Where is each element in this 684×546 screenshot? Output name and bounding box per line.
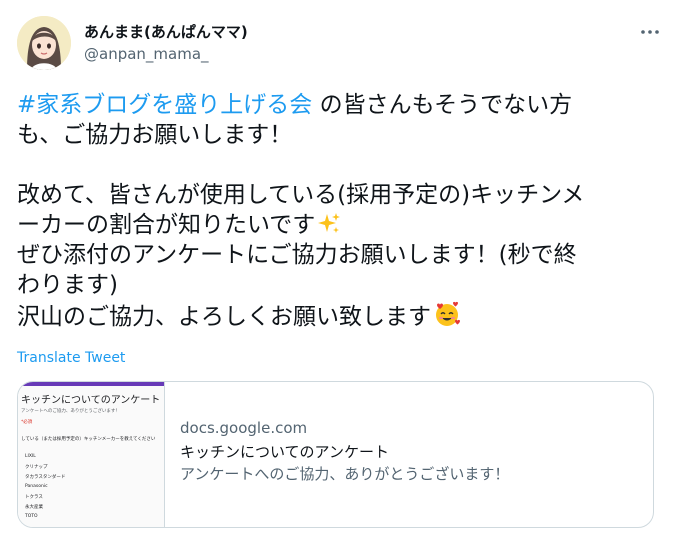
avatar-illustration-icon [17, 16, 71, 70]
tweet-line-1: #家系ブログを盛り上げる会 の皆さんもそうでない方 [17, 90, 667, 120]
translate-tweet-link[interactable]: Translate Tweet [17, 350, 125, 366]
thumbnail-question: している（または採用予定の）キッチンメーカーを教えてください [21, 437, 156, 442]
tweet-line-4: ーカーの割合が知りたいです [17, 210, 667, 240]
tweet-line-7: 沢山のご協力、よろしくお願い致します [17, 300, 667, 330]
tweet-line-6: わります) [17, 272, 118, 298]
author-info: あんまま(あんぱんママ) @anpan_mama_ [84, 22, 248, 64]
display-name[interactable]: あんまま(あんぱんママ) [84, 22, 248, 42]
tweet: あんまま(あんぱんママ) @anpan_mama_ #家系ブログを盛り上げる会 … [0, 0, 684, 546]
thumbnail-option: タカラスタンダード [25, 475, 66, 480]
thumbnail-title: キッチンについてのアンケート [21, 395, 161, 406]
more-dots-icon [641, 30, 659, 34]
form-header-bar [18, 382, 164, 386]
thumbnail-required-note: *必須 [21, 420, 33, 425]
tweet-line-3: 改めて、皆さんが使用している(採用予定の)キッチンメ [17, 182, 585, 208]
avatar[interactable] [17, 16, 71, 70]
tweet-line-5: ぜひ添付のアンケートにご協力お願いします！(秒で終 [17, 242, 577, 268]
thumbnail-option: トクラス [25, 495, 43, 500]
hashtag-link[interactable]: #家系ブログを盛り上げる会 [17, 92, 312, 118]
thumbnail-option: LIXIL [25, 454, 36, 459]
tweet-line-2: も、ご協力お願いします！ [17, 122, 293, 148]
tweet-text-segment: 沢山のご協力、よろしくお願い致します [17, 304, 431, 330]
card-domain: docs.google.com [180, 419, 308, 437]
thumbnail-option: Panasonic [25, 484, 48, 489]
link-preview-card[interactable]: キッチンについてのアンケート アンケートへのご協力、ありがとうございます！ *必… [17, 381, 654, 528]
more-options-button[interactable] [638, 20, 662, 44]
tweet-text-segment: の皆さんもそうでない方 [312, 92, 573, 118]
thumbnail-options: LIXIL クリナップ タカラスタンダード Panasonic トクラス 永大産… [25, 454, 65, 524]
thumbnail-option: クリナップ [25, 465, 48, 470]
card-info: docs.google.com キッチンについてのアンケート アンケートへのご協… [180, 418, 509, 484]
smiling-face-with-hearts-icon [433, 300, 461, 336]
card-title: キッチンについてのアンケート [180, 443, 389, 461]
thumbnail-option: 永大産業 [25, 505, 43, 510]
card-thumbnail: キッチンについてのアンケート アンケートへのご協力、ありがとうございます！ *必… [18, 382, 165, 527]
tweet-text-segment: ーカーの割合が知りたいです [17, 212, 316, 238]
card-description: アンケートへのご協力、ありがとうございます！ [180, 465, 510, 483]
user-handle[interactable]: @anpan_mama_ [84, 44, 248, 64]
thumbnail-option: TOTO [25, 514, 38, 519]
thumbnail-subtitle: アンケートへのご協力、ありがとうございます！ [21, 409, 120, 414]
tweet-text: #家系ブログを盛り上げる会 の皆さんもそうでない方 も、ご協力お願いします！ 改… [17, 90, 667, 330]
